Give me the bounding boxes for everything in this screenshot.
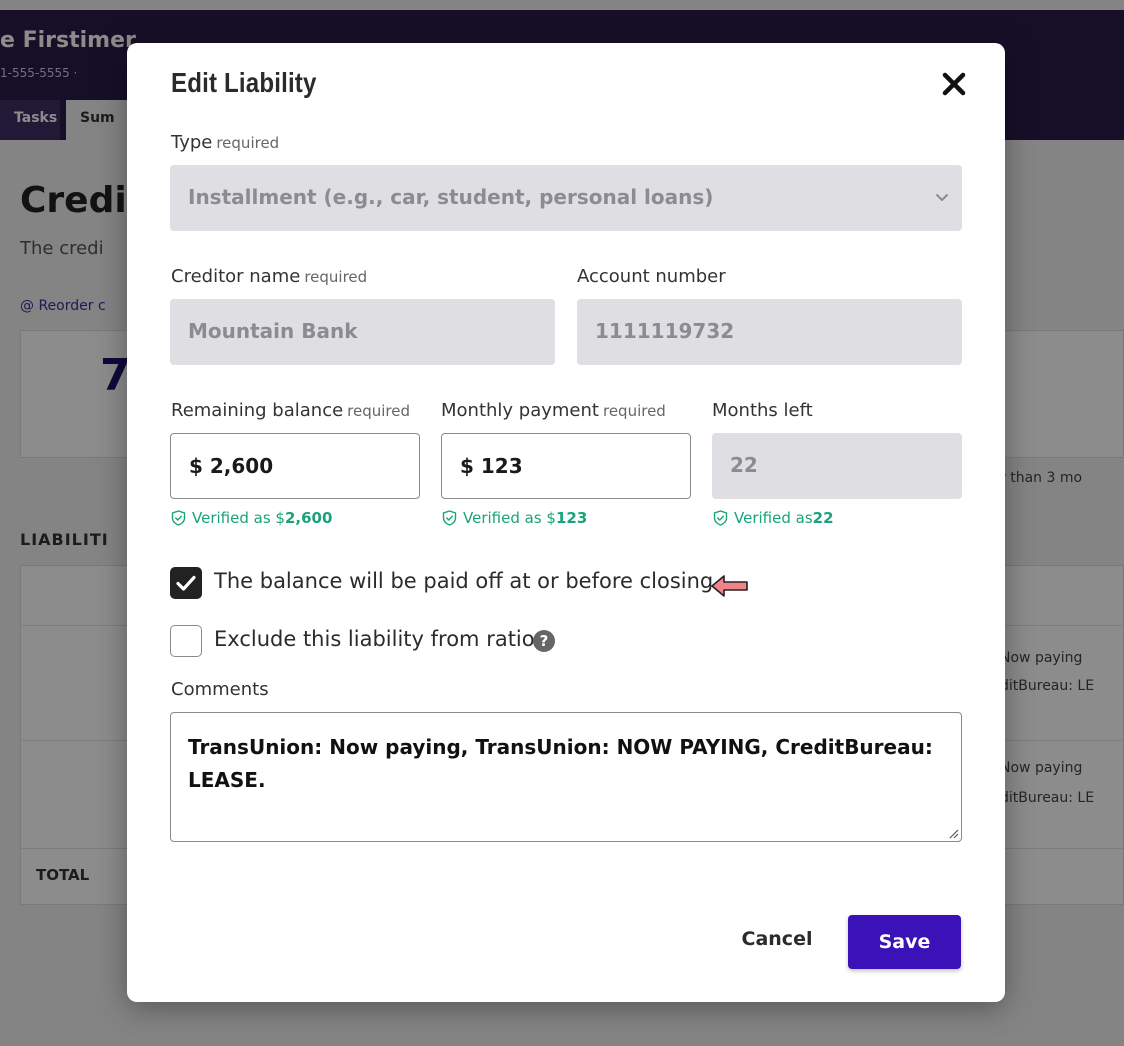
months-left-value: 22 xyxy=(730,453,758,477)
monthly-payment-value: $ 123 xyxy=(460,454,523,478)
verified-text: Verified as xyxy=(734,509,813,527)
shield-check-icon xyxy=(171,510,186,526)
verified-text: Verified as $ xyxy=(463,509,556,527)
comments-value: TransUnion: Now paying, TransUnion: NOW … xyxy=(188,735,933,792)
payment-label-text: Monthly payment xyxy=(441,400,599,421)
resize-handle-icon[interactable] xyxy=(947,827,959,839)
required-tag: required xyxy=(304,268,368,286)
dialog-title: Edit Liability xyxy=(171,67,317,98)
comments-label: Comments xyxy=(171,679,269,700)
close-icon xyxy=(942,72,966,96)
type-select-value: Installment (e.g., car, student, persona… xyxy=(188,185,714,209)
account-number-label: Account number xyxy=(577,266,726,287)
creditor-name-field[interactable]: Mountain Bank xyxy=(170,299,555,365)
remaining-balance-value: $ 2,600 xyxy=(189,454,274,478)
save-button[interactable]: Save xyxy=(848,915,961,969)
paid-off-label: The balance will be paid off at or befor… xyxy=(214,569,714,593)
months-verified: Verified as 22 xyxy=(713,509,834,527)
creditor-label-text: Creditor name xyxy=(171,266,301,287)
verified-value: 22 xyxy=(812,509,834,527)
verified-value: 123 xyxy=(555,509,588,527)
creditor-label: Creditor name required xyxy=(171,266,367,287)
remaining-balance-input[interactable]: $ 2,600 xyxy=(170,433,420,499)
shield-check-icon xyxy=(713,510,728,526)
months-left-label: Months left xyxy=(712,400,813,421)
balance-label-text: Remaining balance xyxy=(171,400,344,421)
type-label: Type required xyxy=(171,132,279,153)
account-number-field[interactable]: 1111119732 xyxy=(577,299,962,365)
monthly-payment-label: Monthly payment required xyxy=(441,400,666,421)
required-tag: required xyxy=(602,402,666,420)
edit-liability-dialog: Edit Liability Type required Installment … xyxy=(127,43,1005,1002)
exclude-ratios-checkbox[interactable] xyxy=(170,625,202,657)
monthly-payment-input[interactable]: $ 123 xyxy=(441,433,691,499)
type-label-text: Type xyxy=(171,132,213,153)
shield-check-icon xyxy=(442,510,457,526)
help-icon[interactable]: ? xyxy=(533,630,555,652)
balance-verified: Verified as $2,600 xyxy=(171,509,332,527)
paid-off-checkbox[interactable] xyxy=(170,567,202,599)
chevron-down-icon xyxy=(936,194,948,201)
type-select[interactable]: Installment (e.g., car, student, persona… xyxy=(170,165,962,231)
creditor-name-value: Mountain Bank xyxy=(188,319,358,343)
verified-value: 2,600 xyxy=(284,509,333,527)
months-left-field[interactable]: 22 xyxy=(712,433,962,499)
balance-label: Remaining balance required xyxy=(171,400,410,421)
checkmark-icon xyxy=(176,575,196,591)
close-button[interactable] xyxy=(941,71,967,97)
arrow-left-icon xyxy=(711,575,748,597)
cancel-button[interactable]: Cancel xyxy=(727,928,827,958)
required-tag: required xyxy=(216,134,280,152)
payment-verified: Verified as $123 xyxy=(442,509,587,527)
required-tag: required xyxy=(347,402,411,420)
comments-textarea[interactable]: TransUnion: Now paying, TransUnion: NOW … xyxy=(170,712,962,842)
exclude-ratios-label: Exclude this liability from ratios xyxy=(214,627,546,651)
account-number-value: 1111119732 xyxy=(595,319,735,343)
verified-text: Verified as $ xyxy=(192,509,285,527)
